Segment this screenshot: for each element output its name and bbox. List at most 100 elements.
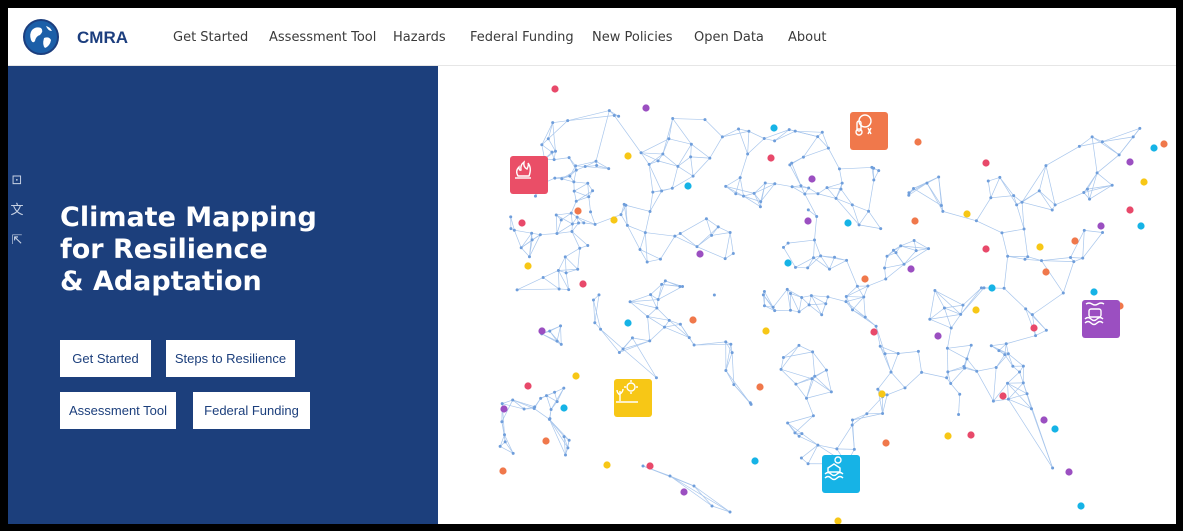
network-node [889, 370, 893, 374]
network-edge [814, 239, 821, 257]
network-node [723, 257, 727, 261]
network-edge [647, 258, 661, 263]
network-edge [704, 119, 723, 138]
network-node [865, 412, 869, 416]
network-node [1018, 370, 1022, 374]
network-node [551, 121, 555, 125]
hazard-dot [770, 124, 778, 132]
network-edge [976, 220, 1003, 234]
network-node [1085, 187, 1089, 191]
network-node [835, 447, 839, 451]
network-edge [570, 213, 573, 225]
network-node [645, 260, 649, 264]
get-started-button[interactable]: Get Started [60, 340, 151, 377]
network-edge [549, 419, 565, 437]
network-node [559, 324, 563, 328]
translate-icon[interactable]: 文 [10, 204, 23, 218]
network-node [872, 166, 876, 170]
network-node [816, 192, 820, 196]
rss-icon[interactable]: ⊡ [12, 174, 23, 188]
network-node [530, 231, 534, 235]
network-edge [1054, 192, 1084, 206]
hazard-dot [756, 383, 764, 391]
network-node [1000, 231, 1004, 235]
nav-get-started[interactable]: Get Started [173, 30, 248, 45]
extreme-heat-thermometer-icon[interactable] [850, 112, 888, 150]
network-edge [811, 378, 832, 393]
network-node [1050, 208, 1054, 212]
assessment-tool-button[interactable]: Assessment Tool [60, 392, 176, 429]
network-node [903, 386, 907, 390]
share-icon[interactable]: ⇱ [12, 234, 23, 248]
network-edge [627, 225, 641, 250]
network-node [654, 376, 658, 380]
network-edge [1032, 292, 1064, 315]
network-node [793, 265, 797, 269]
nav-new-policies[interactable]: New Policies [592, 30, 673, 45]
network-node [574, 164, 578, 168]
network-node [617, 114, 621, 118]
network-edge [852, 204, 869, 212]
hazard-dot [499, 467, 507, 475]
network-node [622, 202, 626, 206]
network-edge [1001, 228, 1025, 234]
hazard-dot [972, 306, 980, 314]
network-edge [868, 179, 875, 212]
network-node [724, 184, 728, 188]
coastal-inundation-icon[interactable] [1082, 300, 1120, 338]
network-node [691, 174, 695, 178]
network-node [965, 357, 969, 361]
network-node [761, 293, 765, 297]
network-edge [817, 136, 829, 149]
network-edge [839, 167, 872, 170]
network-edge [993, 367, 997, 402]
network-node [758, 205, 762, 209]
network-edge [795, 383, 807, 399]
network-node [771, 305, 775, 309]
network-node [866, 284, 870, 288]
network-node [824, 368, 828, 372]
network-node [1101, 230, 1105, 234]
network-node [1088, 197, 1092, 201]
network-node [1061, 291, 1065, 295]
network-node [724, 340, 728, 344]
network-node [907, 193, 911, 197]
network-node [692, 343, 696, 347]
nav-open-data[interactable]: Open Data [694, 30, 764, 45]
hazard-dot [1036, 243, 1044, 251]
network-edge [641, 152, 663, 155]
brand-name[interactable]: CMRA [77, 28, 128, 48]
network-edge [976, 371, 994, 402]
network-node [557, 287, 561, 291]
nav-federal-funding[interactable]: Federal Funding [470, 30, 574, 45]
network-edge [677, 166, 694, 177]
drought-sun-icon[interactable] [614, 379, 652, 417]
flooding-waves-icon[interactable] [822, 455, 860, 493]
network-node [794, 382, 798, 386]
network-node [945, 346, 949, 350]
network-edge [806, 398, 814, 416]
network-node [762, 137, 766, 141]
network-edge [640, 138, 670, 154]
wildfire-icon[interactable] [510, 156, 548, 194]
network-node [1006, 352, 1010, 356]
network-node [646, 315, 650, 319]
globe-logo-icon[interactable] [22, 18, 60, 56]
network-node [1095, 171, 1099, 175]
network-node [732, 383, 736, 387]
network-edge [976, 367, 997, 372]
network-node [689, 155, 693, 159]
nav-about[interactable]: About [788, 30, 826, 45]
network-edge [561, 169, 577, 180]
network-node [844, 295, 848, 299]
hazard-dot [914, 138, 922, 146]
network-edge [560, 325, 562, 345]
nav-hazards[interactable]: Hazards [393, 30, 446, 45]
nav-assessment-tool[interactable]: Assessment Tool [269, 30, 376, 45]
steps-to-resilience-button[interactable]: Steps to Resilience [166, 340, 295, 377]
network-node [676, 164, 680, 168]
network-edge [644, 232, 648, 262]
federal-funding-button[interactable]: Federal Funding [193, 392, 310, 429]
network-node [728, 510, 732, 514]
network-node [567, 438, 571, 442]
